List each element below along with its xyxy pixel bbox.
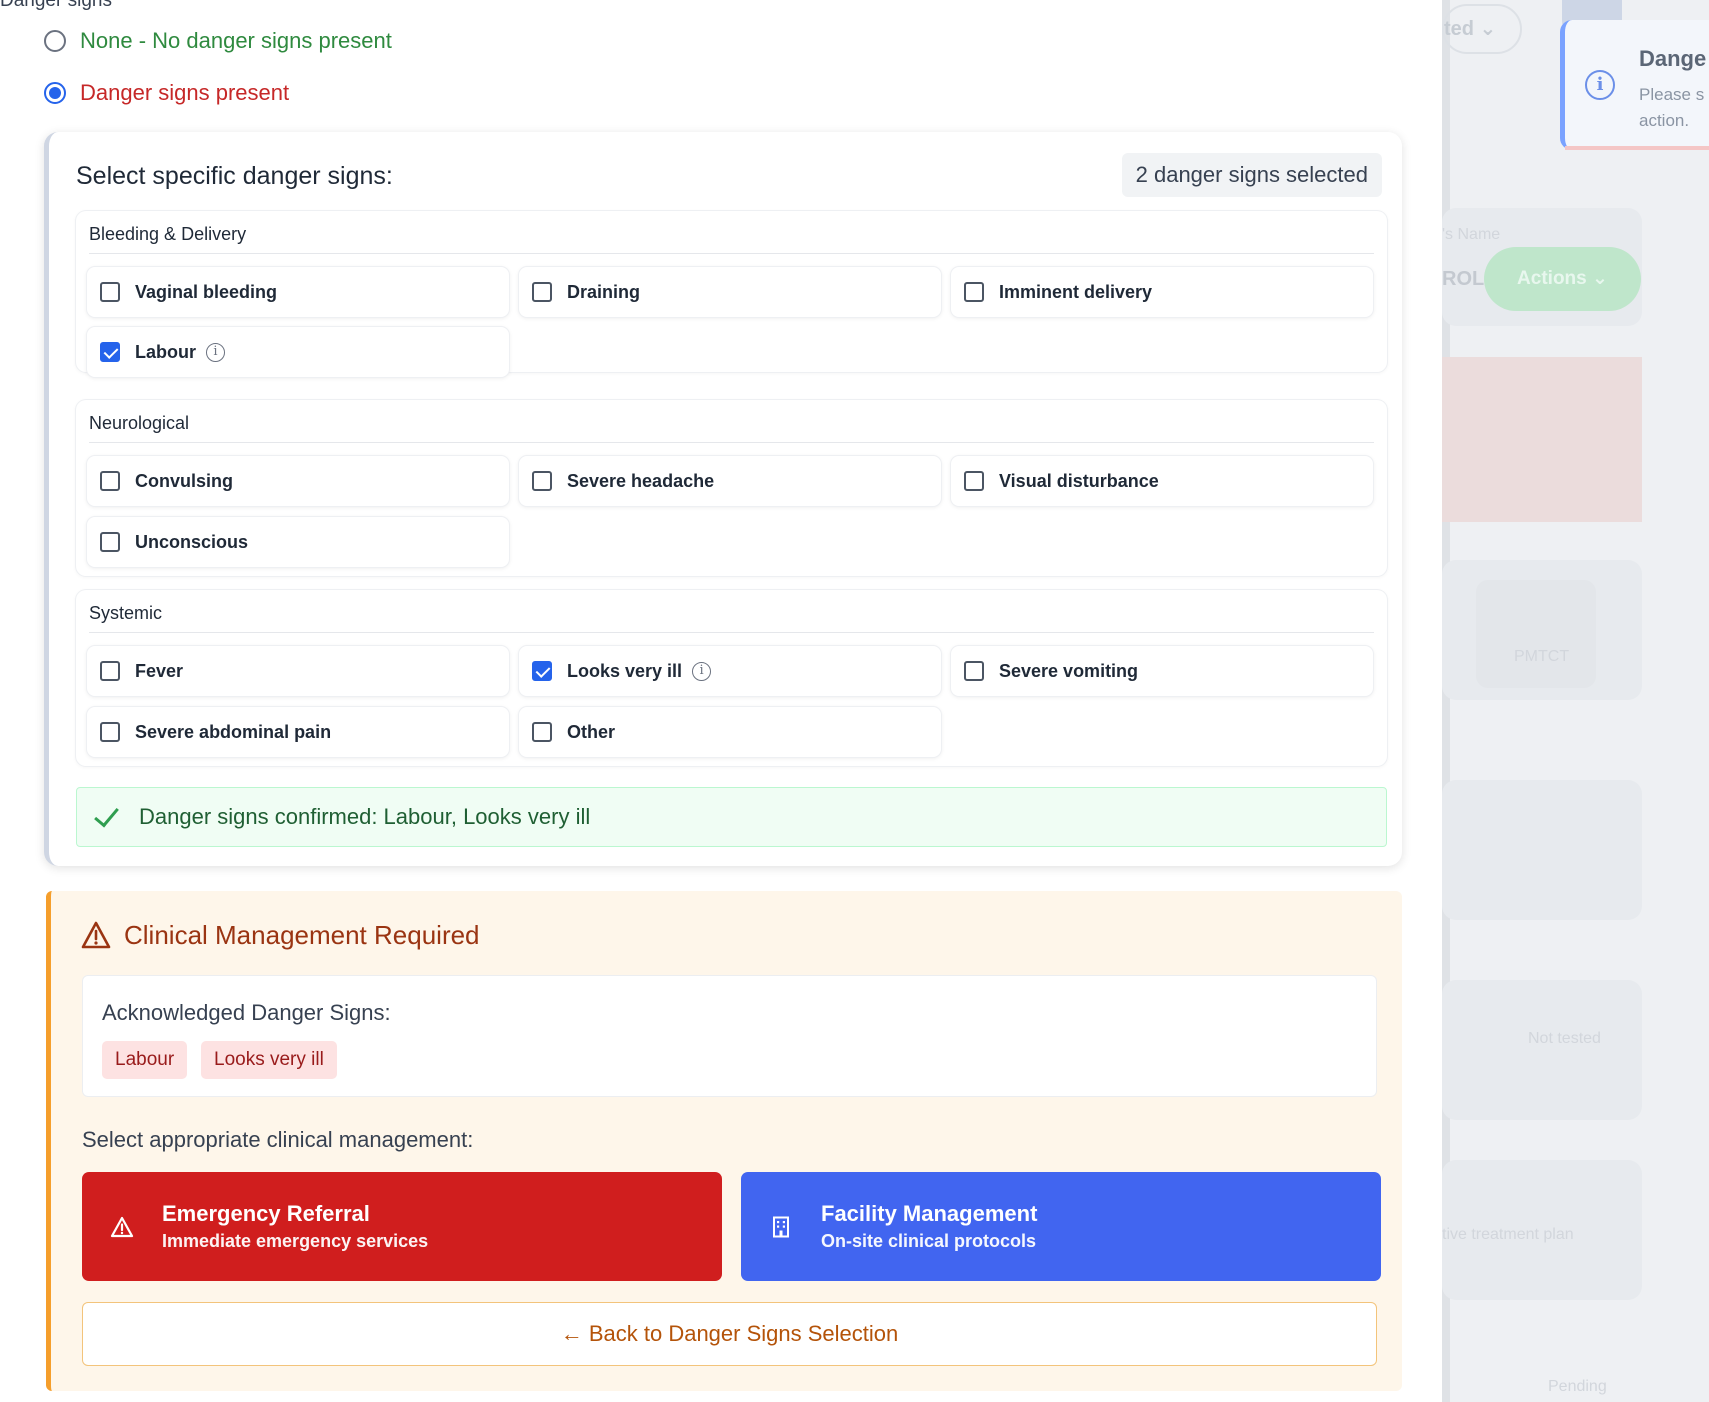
radio-button[interactable] xyxy=(44,30,66,52)
selected-count-badge: 2 danger signs selected xyxy=(1121,153,1382,197)
option-draining[interactable]: Draining xyxy=(519,267,941,317)
background-actions-button: Actions ⌄ xyxy=(1484,247,1641,311)
danger-sign-tag: Looks very ill xyxy=(201,1041,337,1079)
checkbox[interactable] xyxy=(964,471,984,491)
divider xyxy=(89,253,1374,254)
button-title: Facility Management xyxy=(821,1201,1038,1226)
radio-label: None - No danger signs present xyxy=(80,28,392,53)
emergency-referral-button[interactable]: Emergency Referral Immediate emergency s… xyxy=(82,1172,722,1281)
clinical-title: Clinical Management Required xyxy=(124,920,480,950)
option-looks-very-ill[interactable]: Looks very ill i xyxy=(519,646,941,696)
checkbox[interactable] xyxy=(532,282,552,302)
background-not-tested: Not tested xyxy=(1528,1030,1601,1047)
radio-button[interactable] xyxy=(44,82,66,104)
building-icon xyxy=(773,1216,789,1237)
clinical-management-panel: Clinical Management Required Acknowledge… xyxy=(46,891,1402,1391)
checkbox[interactable] xyxy=(100,661,120,681)
toast-notification: i Dange Please s action. xyxy=(1560,20,1709,150)
group-title: Systemic xyxy=(89,603,163,623)
selection-title: Select specific danger signs: xyxy=(76,162,393,190)
radio-no-danger-signs[interactable]: None - No danger signs present xyxy=(44,28,392,54)
warning-icon xyxy=(110,1216,134,1237)
background-status-pill: ted ⌄ xyxy=(1442,4,1522,54)
button-subtitle: Immediate emergency services xyxy=(162,1231,429,1251)
info-icon[interactable]: i xyxy=(206,342,225,362)
background-pmtct-card xyxy=(1476,580,1596,688)
group-bleeding-delivery: Bleeding & Delivery Vaginal bleeding Dra… xyxy=(76,211,1387,377)
section-label-cutoff: Danger signs xyxy=(0,0,112,11)
danger-signs-modal: Danger signs None - No danger signs pres… xyxy=(0,0,1442,1402)
danger-sign-tag: Labour xyxy=(102,1041,188,1079)
management-prompt: Select appropriate clinical management: xyxy=(82,1127,474,1152)
radio-danger-signs-present[interactable]: Danger signs present xyxy=(44,80,289,106)
group-systemic: Systemic Fever Looks very ill i Severe v… xyxy=(76,590,1387,766)
toast-progress-bar xyxy=(1565,146,1709,150)
confirmation-banner: Danger signs confirmed: Labour, Looks ve… xyxy=(76,787,1387,847)
checkbox[interactable] xyxy=(100,471,120,491)
background-alert-area xyxy=(1442,357,1642,522)
acknowledged-signs-box: Acknowledged Danger Signs: Labour Looks … xyxy=(82,975,1377,1097)
option-other[interactable]: Other xyxy=(519,707,941,757)
checkbox[interactable] xyxy=(100,722,120,742)
radio-label: Danger signs present xyxy=(80,80,290,105)
option-visual-disturbance[interactable]: Visual disturbance xyxy=(951,456,1373,506)
acknowledged-title: Acknowledged Danger Signs: xyxy=(102,1000,391,1025)
checkbox[interactable] xyxy=(532,471,552,491)
background-pending: Pending xyxy=(1548,1378,1607,1395)
background-rol-text: ROL xyxy=(1442,268,1485,290)
option-severe-headache[interactable]: Severe headache xyxy=(519,456,941,506)
option-fever[interactable]: Fever xyxy=(87,646,509,696)
button-subtitle: On-site clinical protocols xyxy=(821,1231,1037,1251)
option-unconscious[interactable]: Unconscious xyxy=(87,517,509,567)
checkbox-checked[interactable] xyxy=(100,342,120,362)
divider xyxy=(89,632,1374,633)
toast-body: Please s action. xyxy=(1639,85,1705,130)
button-title: Emergency Referral xyxy=(162,1201,370,1226)
group-title: Neurological xyxy=(89,413,190,433)
checkbox[interactable] xyxy=(964,282,984,302)
option-convulsing[interactable]: Convulsing xyxy=(87,456,509,506)
info-icon: i xyxy=(1585,70,1615,100)
group-title: Bleeding & Delivery xyxy=(89,224,247,244)
background-page: ted ⌄ 's Name ROL Actions ⌄ PMTCT Not te… xyxy=(1442,0,1709,1402)
checkbox-checked[interactable] xyxy=(532,661,552,681)
warning-icon xyxy=(81,921,111,949)
checkbox[interactable] xyxy=(964,661,984,681)
group-neurological: Neurological Convulsing Severe headache … xyxy=(76,400,1387,576)
option-imminent-delivery[interactable]: Imminent delivery xyxy=(951,267,1373,317)
background-card xyxy=(1442,980,1642,1120)
option-vaginal-bleeding[interactable]: Vaginal bleeding xyxy=(87,267,509,317)
check-icon xyxy=(95,809,121,825)
back-to-selection-button[interactable]: ← Back to Danger Signs Selection xyxy=(82,1302,1377,1366)
background-card xyxy=(1442,780,1642,920)
background-pmtct-label: PMTCT xyxy=(1514,648,1570,665)
option-labour[interactable]: Labour i xyxy=(87,327,509,377)
facility-management-button[interactable]: Facility Management On-site clinical pro… xyxy=(741,1172,1381,1281)
checkbox[interactable] xyxy=(100,282,120,302)
info-icon[interactable]: i xyxy=(692,661,712,681)
background-treatment-plan: tive treatment plan xyxy=(1442,1226,1574,1243)
divider xyxy=(89,442,1374,443)
toast-title: Dange xyxy=(1639,46,1707,71)
background-name-label: 's Name xyxy=(1442,226,1501,243)
option-severe-vomiting[interactable]: Severe vomiting xyxy=(951,646,1373,696)
danger-signs-selection-card: Select specific danger signs: 2 danger s… xyxy=(44,132,1402,866)
checkbox[interactable] xyxy=(532,722,552,742)
option-severe-abdominal-pain[interactable]: Severe abdominal pain xyxy=(87,707,509,757)
checkbox[interactable] xyxy=(100,532,120,552)
confirmation-text: Danger signs confirmed: Labour, Looks ve… xyxy=(139,804,591,829)
